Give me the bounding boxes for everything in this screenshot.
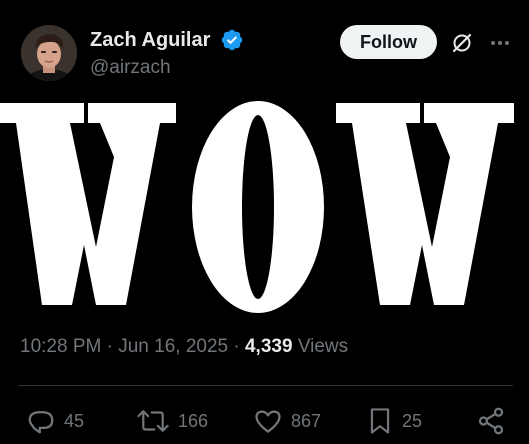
share-button[interactable] <box>476 406 506 436</box>
divider <box>18 385 513 386</box>
reply-icon <box>28 411 54 434</box>
follow-button[interactable]: Follow <box>340 25 437 59</box>
wow-graphic <box>0 101 514 313</box>
repost-icon <box>137 410 169 432</box>
verified-badge-icon <box>221 29 243 51</box>
avatar[interactable] <box>21 25 77 81</box>
grok-icon[interactable] <box>450 31 474 55</box>
post-time[interactable]: 10:28 PM <box>20 336 101 357</box>
post-meta: 10:28 PM · Jun 16, 2025 · 4,339 Views <box>20 335 348 359</box>
repost-count: 166 <box>178 411 209 431</box>
repost-button[interactable]: 166 <box>136 406 208 436</box>
post-date[interactable]: Jun 16, 2025 <box>118 336 228 357</box>
share-icon <box>478 407 504 435</box>
reply-count: 45 <box>64 411 85 431</box>
avatar-image <box>21 25 77 81</box>
display-name[interactable]: Zach Aguilar <box>90 28 210 52</box>
views-label: Views <box>297 336 349 357</box>
meta-separator: · <box>233 336 240 357</box>
views-count: 4,339 <box>244 336 293 357</box>
handle[interactable]: @airzach <box>90 56 171 80</box>
heart-icon <box>255 410 281 433</box>
bookmark-button[interactable]: 25 <box>366 406 422 436</box>
bookmark-count: 25 <box>402 411 423 431</box>
like-button[interactable]: 867 <box>253 406 321 436</box>
like-count: 867 <box>291 411 322 431</box>
post-image[interactable] <box>0 95 529 323</box>
reply-button[interactable]: 45 <box>26 406 84 436</box>
meta-separator: · <box>106 336 113 357</box>
bookmark-icon <box>370 408 390 434</box>
more-icon[interactable] <box>488 31 512 55</box>
